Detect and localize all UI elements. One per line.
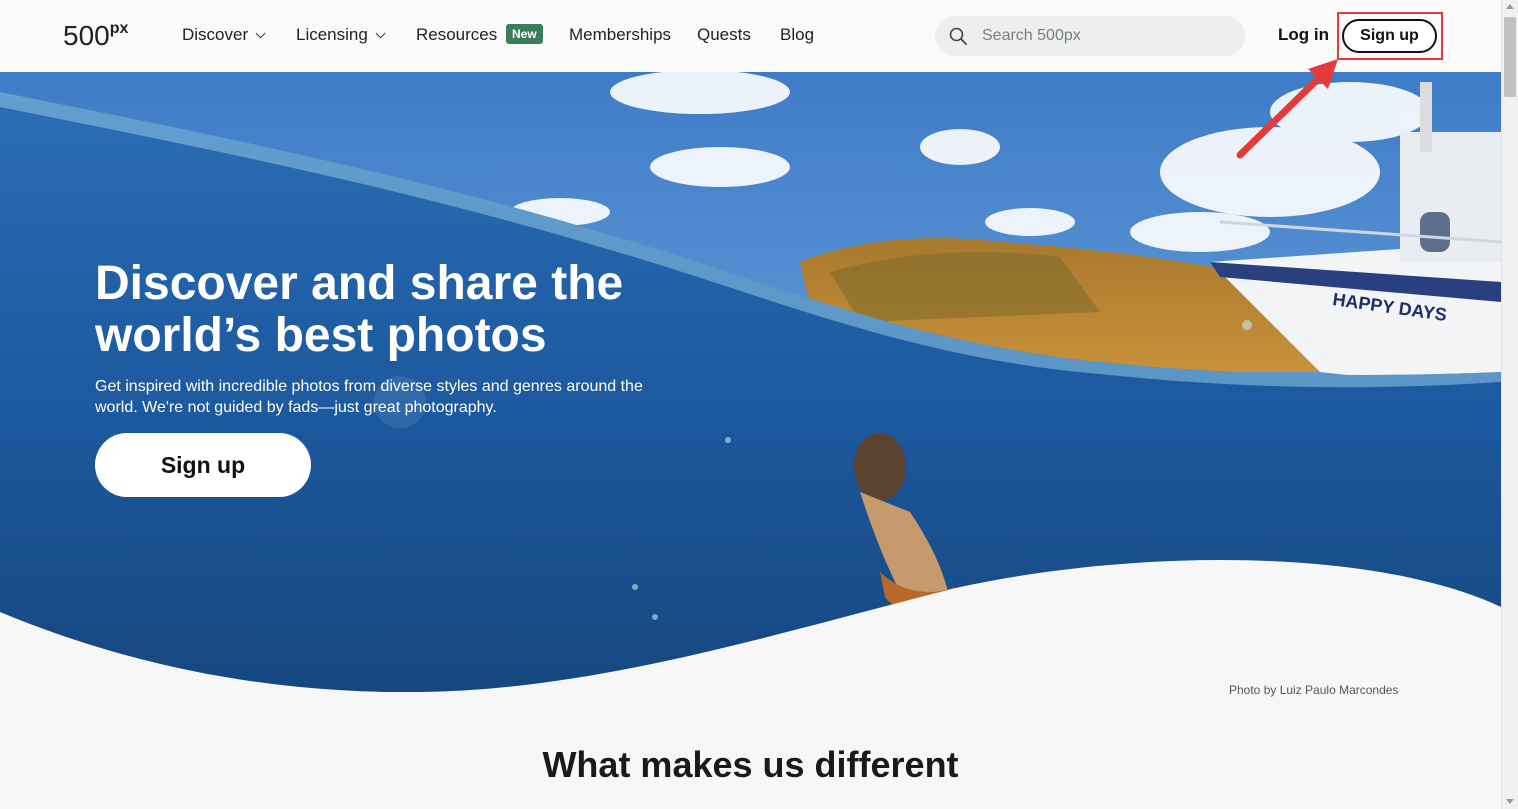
search-icon: [949, 27, 967, 45]
photo-credit: Photo by Luiz Paulo Marcondes: [1229, 683, 1399, 697]
signup-button-hero[interactable]: Sign up: [95, 433, 311, 497]
logo-main: 500: [63, 20, 110, 51]
logo-500px[interactable]: 500px: [63, 20, 128, 52]
section-title: What makes us different: [542, 744, 959, 785]
scroll-down-icon[interactable]: [1506, 799, 1514, 804]
login-link[interactable]: Log in: [1278, 25, 1329, 45]
hero-subtitle: Get inspired with incredible photos from…: [95, 378, 643, 416]
vertical-scrollbar[interactable]: [1501, 0, 1518, 809]
nav-licensing[interactable]: Licensing: [296, 25, 386, 45]
hero-title: Discover and share the world’s best phot…: [95, 257, 624, 362]
annotation-arrow-icon: [1236, 59, 1338, 159]
scroll-thumb[interactable]: [1504, 17, 1516, 97]
scroll-up-icon[interactable]: [1506, 4, 1514, 9]
new-badge: New: [506, 24, 543, 44]
nav-resources-label: Resources: [416, 25, 498, 44]
nav-licensing-label: Licensing: [296, 25, 368, 44]
nav-quests[interactable]: Quests: [697, 25, 751, 45]
page: 500px Discover Licensing Resources New M…: [0, 0, 1518, 809]
nav-blog[interactable]: Blog: [780, 25, 814, 45]
search-input[interactable]: [982, 24, 1232, 48]
logo-suffix: px: [109, 20, 129, 37]
search-box[interactable]: [935, 16, 1245, 56]
nav-memberships[interactable]: Memberships: [569, 25, 671, 45]
nav-discover-label: Discover: [182, 25, 249, 44]
nav-discover[interactable]: Discover: [182, 25, 266, 45]
chevron-down-icon: [375, 28, 386, 39]
annotation-highlight-box: [1337, 12, 1443, 60]
chevron-down-icon: [255, 28, 266, 39]
nav-resources[interactable]: Resources New: [416, 24, 543, 46]
